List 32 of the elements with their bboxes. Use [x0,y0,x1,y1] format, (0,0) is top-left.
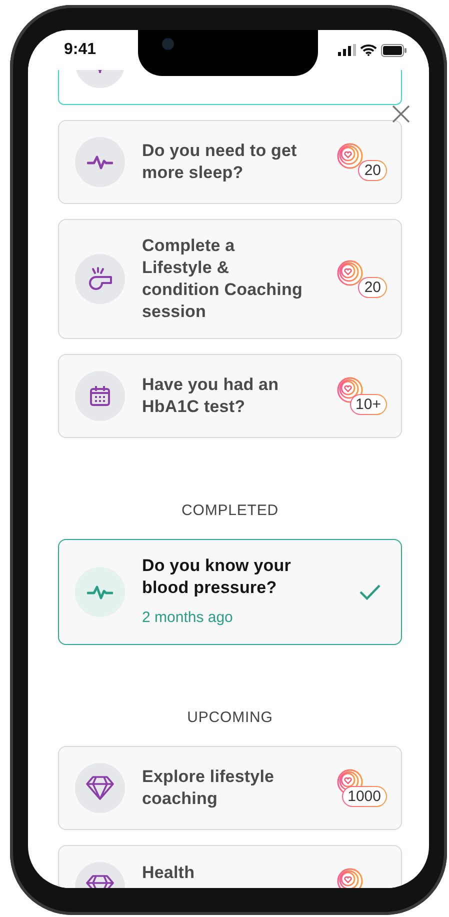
heart-rings-icon [337,260,363,286]
task-title: Have you had an HbA1C test? [142,374,280,418]
heart-rings-icon [337,143,363,169]
camera-icon [162,38,174,50]
battery-icon [381,44,407,56]
task-title: Explore lifestyle coaching [142,766,276,810]
whistle-icon [87,267,113,291]
task-card[interactable]: Do you need to get more sleep? 20 [58,120,402,204]
task-card[interactable]: Complete a Lifestyle & condition Coaching session 20 [58,219,402,339]
task-title: Complete a Lifestyle & condition Coaching session [142,235,304,323]
task-title: Do you need to get more sleep? [142,140,298,184]
task-card[interactable]: Health [58,844,402,888]
task-card[interactable]: Explore lifestyle coaching 1000 [58,746,402,830]
calendar-icon [89,385,111,407]
points-badge: 20 [358,277,387,298]
diamond-icon [85,774,115,800]
task-title: Do you know your blood pressure? [142,554,292,598]
signal-icon [338,44,356,56]
wifi-icon [360,44,377,56]
task-card[interactable]: Do you know your blood pressure? 2 months ago [58,538,402,645]
clock-time: 9:41 [64,40,96,60]
points-badge: 20 [358,160,387,181]
heartbeat-icon [87,154,113,170]
task-card[interactable]: Have you had an HbA1C test? 10+ [58,354,402,438]
heartbeat-icon [87,584,113,600]
task-title: Health [142,862,196,884]
points-badge: 10+ [350,394,387,415]
points-badge: 1000 [342,786,387,806]
checkmark-icon [359,584,381,600]
section-heading: UPCOMING [186,708,274,728]
section-heading: COMPLETED [180,501,280,521]
task-time: 2 months ago [142,608,234,628]
